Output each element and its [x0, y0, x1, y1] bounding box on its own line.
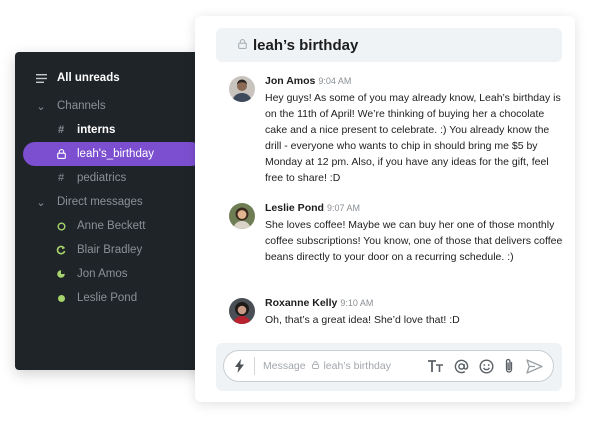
dm-name: Jon Amos	[77, 268, 128, 280]
message-timestamp: 9:10 AM	[340, 298, 374, 308]
channel-name: interns	[77, 124, 116, 136]
channel-item-pediatrics[interactable]: # pediatrics	[15, 166, 215, 190]
dm-name: Anne Beckett	[77, 220, 146, 232]
channel-item-interns[interactable]: # interns	[15, 118, 215, 142]
channel-name: pediatrics	[77, 172, 127, 184]
avatar[interactable]	[229, 76, 255, 102]
lock-icon	[55, 149, 67, 159]
message-author[interactable]: Jon Amos	[265, 75, 315, 87]
channel-title: leah’s birthday	[253, 36, 359, 54]
placeholder-channel: leah’s birthday	[323, 360, 391, 372]
message-composer[interactable]: Message leah’s birthday	[223, 350, 554, 382]
dm-item-jon-amos[interactable]: Jon Amos	[15, 262, 215, 286]
lock-icon	[311, 361, 319, 369]
channels-label: Channels	[57, 100, 106, 112]
dm-name: Blair Bradley	[77, 244, 143, 256]
message-text: Hey guys! As some of you may already kno…	[265, 92, 561, 184]
message-text: She loves coffee! Maybe we can buy her o…	[265, 219, 563, 263]
hash-icon: #	[57, 172, 65, 184]
chevron-down-icon: ⌄	[36, 196, 46, 209]
status-busy-icon	[55, 245, 67, 255]
dm-item-leslie-pond[interactable]: Leslie Pond	[15, 286, 215, 310]
channel-header: leah’s birthday	[216, 28, 562, 62]
divider	[254, 357, 255, 375]
status-online-icon	[55, 294, 67, 302]
dm-section-header[interactable]: ⌄ Direct messages	[15, 190, 215, 214]
status-away-icon	[55, 269, 67, 279]
sidebar: All unreads ⌄ Channels ⋮ # interns leah'…	[15, 52, 215, 370]
mention-icon[interactable]	[454, 359, 469, 374]
text-format-icon[interactable]	[428, 360, 444, 372]
status-online-ring-icon	[55, 222, 67, 231]
message-author[interactable]: Leslie Pond	[265, 202, 324, 214]
channel-name: leah's_birthday	[77, 148, 154, 160]
dm-item-blair-bradley[interactable]: Blair Bradley	[15, 238, 215, 262]
dm-label: Direct messages	[57, 196, 143, 208]
all-unreads-item[interactable]: All unreads	[15, 66, 215, 90]
dm-item-anne-beckett[interactable]: Anne Beckett	[15, 214, 215, 238]
hash-icon: #	[57, 124, 65, 136]
all-unreads-label: All unreads	[57, 72, 120, 84]
channels-section-header[interactable]: ⌄ Channels ⋮	[15, 94, 215, 118]
message-input[interactable]: Message leah’s birthday	[263, 360, 418, 372]
dm-name: Leslie Pond	[77, 292, 138, 304]
emoji-icon[interactable]	[479, 358, 494, 374]
list-icon	[33, 73, 49, 83]
avatar[interactable]	[229, 298, 255, 324]
message-timestamp: 9:07 AM	[326, 203, 360, 213]
channel-item-leahs-birthday[interactable]: leah's_birthday	[23, 142, 203, 166]
chat-panel: leah’s birthday Jon Amos 9:04 AM Hey guys…	[195, 16, 575, 402]
send-icon[interactable]	[526, 358, 543, 374]
lightning-icon[interactable]	[224, 359, 254, 373]
placeholder-prefix: Message	[263, 360, 306, 372]
message-text: Oh, that’s a great idea! She’d love that…	[265, 314, 460, 326]
lock-icon	[238, 38, 247, 52]
message-author[interactable]: Roxanne Kelly	[265, 297, 337, 309]
message-timestamp: 9:04 AM	[318, 76, 352, 86]
attach-icon[interactable]	[504, 358, 514, 374]
chevron-down-icon: ⌄	[36, 100, 46, 113]
avatar[interactable]	[229, 203, 255, 229]
